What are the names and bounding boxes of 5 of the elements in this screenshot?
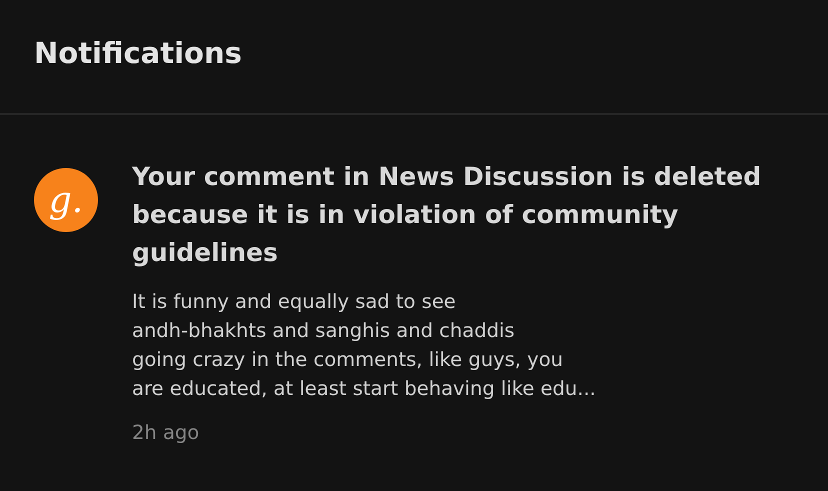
timestamp: 2h ago [132,421,200,444]
page-title: Notifications [34,36,242,70]
notification-text: It is funny and equally sad to see andh-bhakhts and sanghis and chaddis going crazy in the comments, like guys, you are educated, at least start behaving like edu... [132,289,597,402]
notification-title: Your comment in News Discussion is deleted because it is in violation of community guidelines [132,161,762,269]
app-logo-avatar: g. [34,168,98,232]
